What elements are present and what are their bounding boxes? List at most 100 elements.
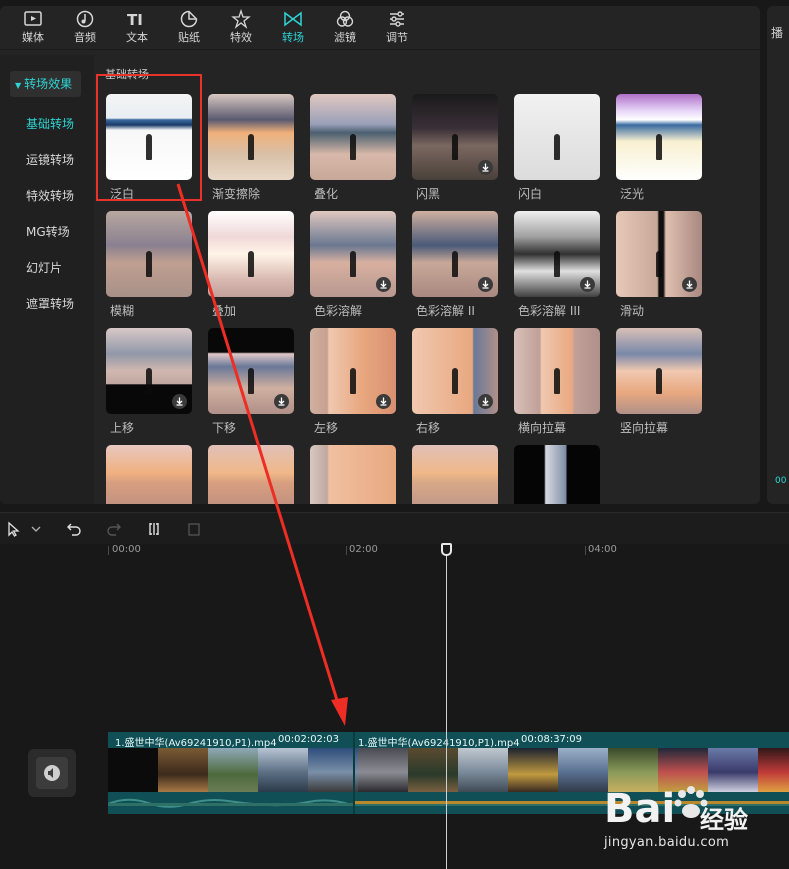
- transition-label: 渐变擦除: [212, 187, 261, 201]
- media-icon: [24, 11, 42, 26]
- tab-filter[interactable]: 滤镜: [324, 6, 366, 50]
- transition-label: 左移: [314, 421, 339, 435]
- transition-label: 模糊: [110, 304, 135, 318]
- transition-thumb[interactable]: [310, 445, 396, 504]
- transition-thumb[interactable]: [208, 328, 294, 414]
- text-icon: TI: [127, 11, 143, 29]
- watermark-url: jingyan.baidu.com: [604, 835, 730, 850]
- sidebar-header-label: 转场效果: [24, 77, 73, 91]
- split-icon[interactable]: [146, 521, 162, 537]
- silhouette: [656, 368, 662, 394]
- ruler-time-0: 00:00: [112, 544, 141, 555]
- transition-thumb[interactable]: [616, 94, 702, 180]
- track-audio-toggle[interactable]: [28, 749, 76, 797]
- delete-icon[interactable]: [186, 521, 202, 537]
- tab-adjust[interactable]: 调节: [376, 6, 418, 50]
- transition-thumb[interactable]: [310, 211, 396, 297]
- sidebar-item-camera[interactable]: 运镜转场: [26, 151, 74, 168]
- transition-thumb[interactable]: [412, 94, 498, 180]
- transition-thumb[interactable]: [310, 328, 396, 414]
- tab-filter-label: 滤镜: [334, 31, 356, 44]
- sidebar-header[interactable]: ▼ 转场效果: [10, 71, 81, 97]
- asset-toolbar: 媒体 音频 TI 文本 贴纸 特效 转场 滤镜 调节: [0, 6, 760, 50]
- watermark-brand: Bai: [604, 786, 676, 832]
- transition-label: 滑动: [620, 304, 645, 318]
- transition-label: 色彩溶解 III: [518, 304, 581, 318]
- tab-adjust-label: 调节: [386, 31, 408, 44]
- sidebar-item-basic[interactable]: 基础转场: [26, 115, 74, 132]
- transition-label: 下移: [212, 421, 237, 435]
- download-icon[interactable]: [274, 394, 289, 409]
- tab-effects[interactable]: 特效: [220, 6, 262, 50]
- transition-category-sidebar: ▼ 转场效果 基础转场 运镜转场 特效转场 MG转场 幻灯片 遮罩转场: [0, 55, 94, 504]
- transition-thumb[interactable]: [514, 445, 600, 504]
- transition-thumb[interactable]: [616, 328, 702, 414]
- tab-sticker[interactable]: 贴纸: [168, 6, 210, 50]
- silhouette: [452, 251, 458, 277]
- transition-thumb[interactable]: [412, 445, 498, 504]
- transition-thumb[interactable]: [310, 94, 396, 180]
- silhouette: [248, 368, 254, 394]
- transition-label: 上移: [110, 421, 135, 435]
- tab-media-label: 媒体: [22, 31, 44, 44]
- silhouette: [350, 368, 356, 394]
- sidebar-item-special[interactable]: 特效转场: [26, 187, 74, 204]
- transition-thumb[interactable]: [514, 94, 600, 180]
- transition-thumb[interactable]: [412, 211, 498, 297]
- download-icon[interactable]: [478, 160, 493, 175]
- transition-thumb[interactable]: [208, 445, 294, 504]
- tab-transition-label: 转场: [282, 31, 304, 44]
- sidebar-item-slideshow[interactable]: 幻灯片: [26, 259, 62, 276]
- download-icon[interactable]: [580, 277, 595, 292]
- silhouette: [656, 251, 662, 277]
- transition-thumb[interactable]: [514, 328, 600, 414]
- clip-2-duration: 00:08:37:09: [521, 734, 583, 745]
- sidebar-item-mask[interactable]: 遮罩转场: [26, 295, 74, 312]
- download-icon[interactable]: [376, 277, 391, 292]
- clip-1-name: 1.盛世中华(Av69241910,P1).mp4: [115, 738, 277, 749]
- tab-transition[interactable]: 转场: [272, 6, 314, 50]
- transition-thumb[interactable]: [616, 211, 702, 297]
- player-time: 00: [775, 476, 787, 486]
- playhead-handle[interactable]: [441, 543, 452, 556]
- download-icon[interactable]: [682, 277, 697, 292]
- ruler-time-1: 02:00: [349, 544, 378, 555]
- clip-split-marker: [353, 732, 355, 814]
- undo-icon[interactable]: [66, 522, 82, 536]
- transition-thumb[interactable]: [208, 94, 294, 180]
- transition-thumb[interactable]: [106, 211, 192, 297]
- silhouette: [554, 251, 560, 277]
- tab-media[interactable]: 媒体: [12, 6, 54, 50]
- download-icon[interactable]: [478, 277, 493, 292]
- transition-thumb[interactable]: [208, 211, 294, 297]
- transition-label: 横向拉幕: [518, 421, 567, 435]
- transition-thumb[interactable]: [106, 328, 192, 414]
- clip-2-name: 1.盛世中华(Av69241910,P1).mp4: [358, 738, 520, 749]
- download-icon[interactable]: [478, 394, 493, 409]
- redo-icon[interactable]: [106, 522, 122, 536]
- transition-label: 竖向拉幕: [620, 421, 669, 435]
- download-icon[interactable]: [376, 394, 391, 409]
- select-cursor-icon[interactable]: [6, 521, 22, 537]
- silhouette: [248, 251, 254, 277]
- silhouette: [350, 251, 356, 277]
- transition-label: 色彩溶解: [314, 304, 363, 318]
- tab-text[interactable]: TI 文本: [116, 6, 158, 50]
- sidebar-item-mg[interactable]: MG转场: [26, 223, 70, 240]
- silhouette: [146, 251, 152, 277]
- transition-thumb[interactable]: [412, 328, 498, 414]
- svg-text:TI: TI: [127, 11, 143, 29]
- download-icon[interactable]: [172, 394, 187, 409]
- transition-icon: [284, 11, 302, 27]
- silhouette: [554, 134, 560, 160]
- transition-label: 叠加: [212, 304, 237, 318]
- transition-thumb[interactable]: [514, 211, 600, 297]
- tab-effects-label: 特效: [230, 31, 252, 44]
- transition-thumb[interactable]: [106, 445, 192, 504]
- timeline-ruler[interactable]: 00:00 02:00 04:00: [0, 544, 789, 558]
- silhouette: [452, 134, 458, 160]
- chevron-down-icon[interactable]: [31, 525, 41, 533]
- silhouette: [452, 368, 458, 394]
- tab-audio[interactable]: 音频: [64, 6, 106, 50]
- player-panel: 播 00: [767, 6, 789, 504]
